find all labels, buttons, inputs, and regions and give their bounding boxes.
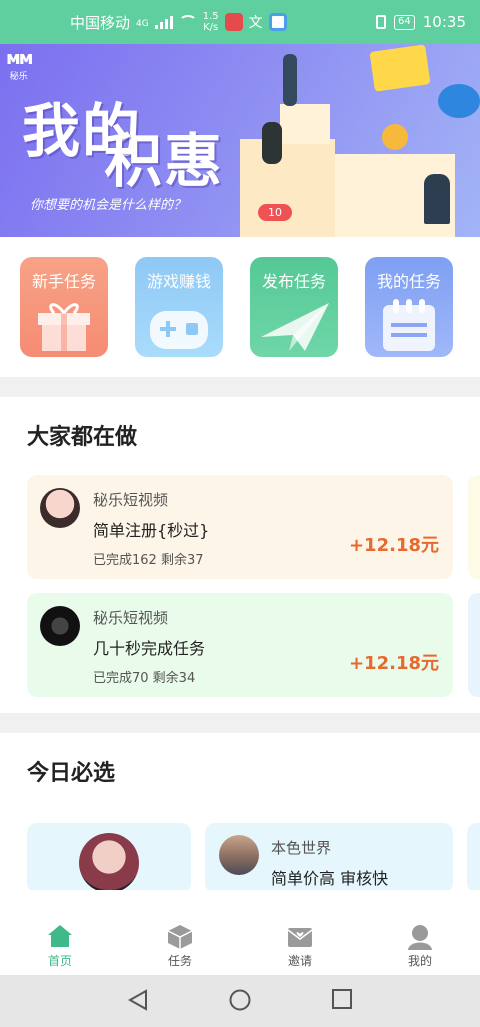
pick-card[interactable]: 本色世界 简单价高 审核快 (205, 823, 453, 890)
task-app-name: 秘乐短视频 (93, 609, 169, 627)
invite-icon (287, 928, 313, 947)
task-progress: 已完成70 剩余34 (93, 671, 196, 686)
task-app-name: 秘乐短视频 (93, 491, 169, 509)
task-reward: +12.18元 (348, 653, 439, 674)
recents-icon[interactable] (332, 989, 352, 1009)
back-icon[interactable] (128, 989, 148, 1011)
promo-banner[interactable]: ᴍᴍ 秘乐 我的 积惠 你想要的机会是什么样的？ 10 (0, 44, 480, 237)
network-type: 4G (136, 19, 149, 29)
app-avatar (40, 488, 80, 528)
notepad-icon (383, 299, 435, 351)
user-icon (408, 925, 432, 950)
task-reward: +12.18元 (348, 535, 439, 556)
task-name: 简单注册{秒过} (93, 521, 210, 540)
pick-app-name: 本色世界 (271, 839, 332, 857)
signal-icon (154, 15, 173, 29)
bottom-tab-bar: 首页 任务 邀请 我的 (0, 890, 480, 975)
tab-tasks[interactable]: 任务 (120, 890, 240, 975)
quick-action-mytasks[interactable]: 我的任务 (365, 257, 453, 357)
app-avatar (40, 606, 80, 646)
coin-stack-icon (382, 124, 408, 150)
tab-profile[interactable]: 我的 (360, 890, 480, 975)
task-card[interactable]: 秘乐短视频 几十秒完成任务 已完成70 剩余34 +12.18元 (27, 593, 453, 697)
vibrate-icon (376, 15, 387, 29)
illustration-block (280, 104, 330, 144)
quick-action-newbie[interactable]: 新手任务 (20, 257, 108, 357)
paper-plane-icon (261, 303, 329, 351)
battery-icon: 64 (394, 14, 415, 30)
wifi-icon (178, 15, 197, 29)
home-icon (48, 925, 72, 947)
app-avatar (219, 835, 259, 875)
piggy-bank-icon (438, 84, 480, 118)
tab-home[interactable]: 首页 (0, 890, 120, 975)
status-bar: 中国移动 4G 1.5 K/s 文 64 10:35 (0, 0, 480, 44)
ticket-tag: 10 (258, 204, 292, 221)
net-speed: 1.5 K/s (202, 11, 219, 33)
quick-action-game[interactable]: 游戏赚钱 (135, 257, 223, 357)
app-logo: ᴍᴍ 秘乐 (6, 48, 33, 82)
tab-label: 任务 (167, 954, 192, 968)
person-figure (424, 174, 450, 224)
illustration-block (240, 139, 335, 237)
tab-invite[interactable]: 邀请 (240, 890, 360, 975)
person-figure (262, 122, 282, 164)
notification-browser-icon (268, 13, 287, 31)
pick-card[interactable] (27, 823, 191, 890)
app-avatar (79, 833, 139, 890)
home-circle-icon[interactable] (229, 989, 251, 1011)
system-nav-bar (0, 975, 480, 1027)
next-card-peek (468, 475, 480, 579)
next-card-peek (467, 823, 480, 890)
quick-action-publish[interactable]: 发布任务 (250, 257, 338, 357)
tab-label: 我的 (407, 954, 432, 968)
quick-actions: 新手任务 游戏赚钱 发布任务 我的任务 (0, 237, 480, 377)
notification-app-icon (224, 13, 243, 31)
popular-section: 大家都在做 秘乐短视频 简单注册{秒过} 已完成162 剩余37 +12.18元… (0, 397, 480, 713)
translate-icon: 文 (248, 15, 263, 31)
person-figure (283, 54, 297, 106)
carrier-label: 中国移动 (70, 13, 131, 32)
banner-subtitle: 你想要的机会是什么样的？ (30, 198, 187, 213)
task-progress: 已完成162 剩余37 (93, 553, 204, 568)
task-card[interactable]: 秘乐短视频 简单注册{秒过} 已完成162 剩余37 +12.18元 (27, 475, 453, 579)
banner-title-line2: 积惠 (104, 127, 225, 195)
tab-label: 首页 (47, 954, 72, 968)
gamepad-icon (150, 311, 208, 349)
clock: 10:35 (422, 13, 466, 31)
today-section: 今日必选 本色世界 简单价高 审核快 (0, 733, 480, 890)
tab-label: 邀请 (287, 954, 312, 968)
task-name: 几十秒完成任务 (93, 639, 206, 658)
next-card-peek (468, 593, 480, 697)
chat-bubble-icon (369, 44, 431, 92)
section-title: 大家都在做 (27, 425, 138, 450)
pick-task-name: 简单价高 审核快 (271, 869, 389, 888)
section-title: 今日必选 (27, 761, 116, 786)
gift-icon (38, 303, 90, 351)
box-icon (167, 925, 193, 949)
